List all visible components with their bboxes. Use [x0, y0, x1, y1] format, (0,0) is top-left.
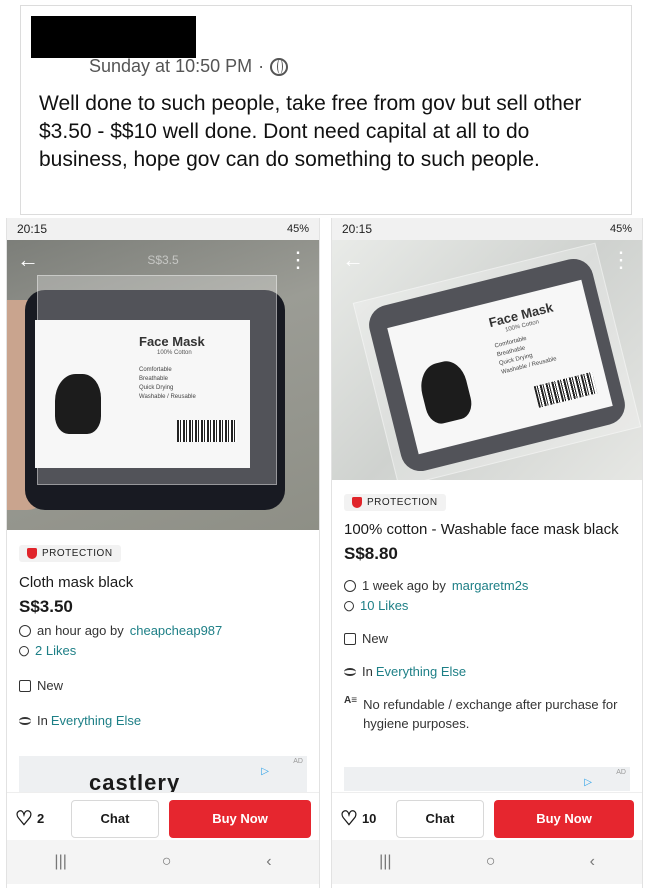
product-photo[interactable]: Face Mask 100% Cotton Comfortable Breath…	[332, 240, 642, 480]
shield-icon	[352, 497, 362, 508]
label-feature: Breathable	[139, 376, 169, 382]
back-arrow-icon[interactable]: ←	[342, 247, 364, 273]
status-time: 20:15	[342, 222, 373, 236]
label-title: Face Mask	[139, 334, 205, 349]
post-meta: Sunday at 10:50 PM ·	[89, 56, 289, 77]
back-icon[interactable]: ‹	[590, 853, 595, 871]
clock-icon	[344, 579, 356, 592]
barcode	[177, 420, 237, 442]
heart-icon: ♡	[15, 808, 33, 830]
product-label: Face Mask 100% Cotton Comfortable Breath…	[35, 320, 250, 468]
ad-choices-icon[interactable]: ▷	[261, 766, 269, 777]
condition: New	[362, 631, 389, 646]
more-vert-icon[interactable]: ⋮	[610, 247, 632, 273]
text-icon: A≡	[344, 695, 358, 706]
status-bar: 20:15 45%	[7, 218, 319, 240]
meta-separator: ·	[258, 56, 265, 76]
heart-icon	[16, 643, 32, 658]
action-bar: ♡ 2 Chat Buy Now	[7, 792, 319, 844]
heart-icon	[341, 598, 357, 613]
label-feature: Quick Drying	[139, 385, 174, 391]
ad-choices-icon[interactable]: ▷	[584, 777, 592, 788]
globe-icon	[270, 57, 289, 76]
listing-screenshot-right: 20:15 45% Face Mask 100% Cotton Comforta…	[331, 218, 643, 888]
like-button[interactable]: ♡ 2	[15, 806, 61, 831]
photo-topbar: ← ⋮	[332, 240, 642, 280]
more-vert-icon[interactable]: ⋮	[287, 247, 309, 273]
facebook-post: Sunday at 10:50 PM · Well done to such p…	[20, 5, 632, 215]
protection-label: PROTECTION	[42, 548, 113, 559]
post-timestamp[interactable]: Sunday at 10:50 PM	[89, 56, 252, 77]
head-icon	[55, 374, 101, 434]
status-indicators: 45%	[609, 223, 632, 235]
protection-label: PROTECTION	[367, 497, 438, 508]
category-link[interactable]: Everything Else	[376, 664, 466, 679]
seller-link[interactable]: margaretm2s	[452, 578, 529, 593]
head-icon	[415, 357, 475, 427]
label-sub: 100% Cotton	[157, 350, 192, 356]
buy-now-button[interactable]: Buy Now	[494, 799, 634, 838]
home-icon[interactable]: ○	[486, 853, 496, 871]
watermark: S$3.5	[147, 253, 179, 267]
tag-icon	[19, 679, 31, 692]
tag-icon	[344, 632, 356, 645]
back-arrow-icon[interactable]: ←	[17, 247, 39, 273]
condition: New	[37, 678, 64, 693]
listing-screenshot-left: 20:15 45% Face Mask 100% Cotton Comforta…	[6, 218, 320, 888]
status-bar: 20:15 45%	[332, 218, 642, 240]
chat-button[interactable]: Chat	[71, 799, 159, 838]
ad-banner[interactable]: castlery ▷ AD	[19, 756, 307, 795]
barcode	[533, 371, 598, 408]
ad-tag: AD	[616, 769, 626, 776]
recents-icon[interactable]: |||	[54, 853, 66, 871]
like-button[interactable]: ♡ 10	[340, 806, 386, 831]
category-prefix: In	[37, 713, 48, 728]
shield-icon	[27, 548, 37, 559]
listing-info: PROTECTION 100% cotton - Washable face m…	[332, 494, 642, 733]
listing-price: S$3.50	[19, 597, 73, 616]
category-prefix: In	[362, 664, 373, 679]
category-link[interactable]: Everything Else	[51, 713, 141, 728]
label-feature: Washable / Reusable	[139, 394, 196, 400]
posted-text: 1 week ago by	[362, 578, 446, 593]
likes-link[interactable]: 10 Likes	[360, 598, 408, 613]
ad-tag: AD	[293, 758, 303, 765]
android-nav-bar: ||| ○ ‹	[7, 840, 319, 884]
label-feature: Comfortable	[139, 367, 172, 373]
home-icon[interactable]: ○	[162, 853, 172, 871]
ad-banner[interactable]: ▷ AD	[344, 767, 630, 791]
chat-button[interactable]: Chat	[396, 799, 484, 838]
like-count: 10	[361, 811, 377, 826]
list-icon	[19, 716, 31, 725]
listing-price: S$8.80	[344, 544, 398, 563]
seller-link[interactable]: cheapcheap987	[130, 623, 223, 638]
list-icon	[344, 667, 356, 676]
protection-badge[interactable]: PROTECTION	[344, 494, 446, 511]
heart-icon: ♡	[340, 808, 358, 830]
like-count: 2	[36, 811, 45, 826]
buy-now-button[interactable]: Buy Now	[169, 799, 311, 838]
photo-topbar: ← S$3.5 ⋮	[7, 240, 319, 280]
label-features: Comfortable Breathable Quick Drying Wash…	[139, 366, 196, 402]
listing-note: No refundable / exchange after purchase …	[363, 697, 618, 731]
protection-badge[interactable]: PROTECTION	[19, 545, 121, 562]
action-bar: ♡ 10 Chat Buy Now	[332, 792, 642, 844]
recents-icon[interactable]: |||	[379, 853, 391, 871]
status-indicators: 45%	[286, 223, 309, 235]
status-time: 20:15	[17, 222, 48, 236]
product-photo[interactable]: Face Mask 100% Cotton Comfortable Breath…	[7, 240, 319, 530]
listing-title: Cloth mask black	[19, 574, 134, 591]
back-icon[interactable]: ‹	[266, 853, 271, 871]
likes-link[interactable]: 2 Likes	[35, 643, 76, 658]
redacted-name	[31, 16, 196, 58]
listing-info: PROTECTION Cloth mask black S$3.50 an ho…	[7, 545, 319, 728]
listing-title: 100% cotton - Washable face mask black	[344, 521, 619, 538]
posted-text: an hour ago by	[37, 623, 124, 638]
clock-icon	[19, 624, 31, 637]
label-features: Comfortable Breathable Quick Drying Wash…	[494, 329, 558, 378]
post-text: Well done to such people, take free from…	[39, 92, 582, 171]
android-nav-bar: ||| ○ ‹	[332, 840, 642, 884]
